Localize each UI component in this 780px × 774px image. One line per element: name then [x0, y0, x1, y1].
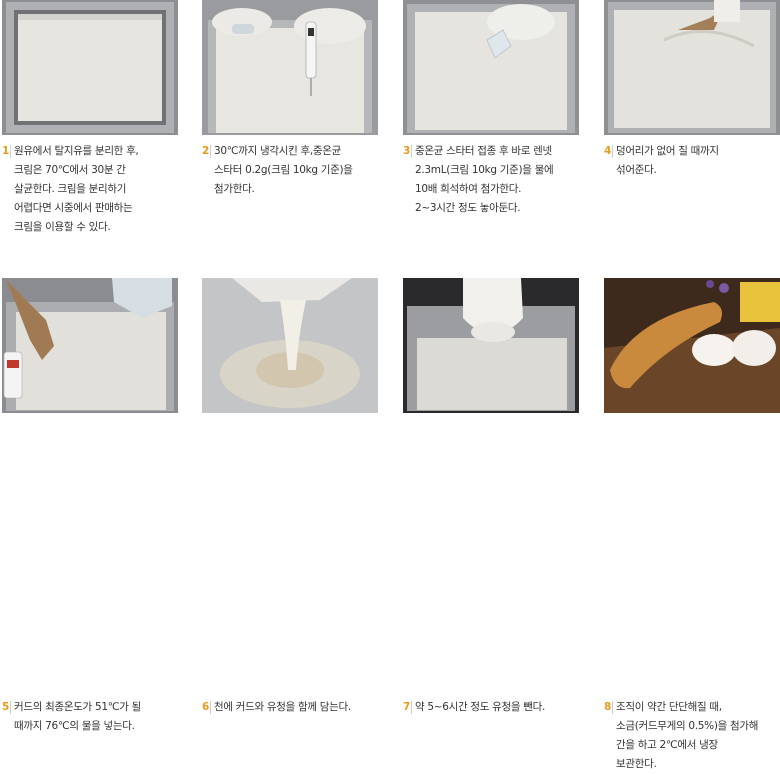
caption-line: 첨가한다. [214, 183, 255, 195]
caption-line: 약 5~6시간 정도 유청을 뺀다. [415, 701, 546, 713]
step-divider [10, 145, 11, 158]
caption-line: 원유에서 탈지유를 분리한 후, [14, 145, 139, 157]
caption-line: 살균한다. 크림을 분리하기 [14, 183, 127, 195]
caption-line: 어렵다면 시중에서 판매하는 [14, 202, 133, 214]
caption-line: 천에 커드와 유청을 함께 담는다. [214, 701, 351, 713]
caption-line: 스타터 0.2g(크림 10kg 기준)을 [214, 164, 353, 176]
step-4-photo [604, 0, 780, 135]
caption-line: 섞어준다. [616, 164, 657, 176]
caption-line: 10배 희석하여 첨가한다. [415, 183, 522, 195]
step-divider [612, 145, 613, 158]
recipe-steps-grid: 1 원유에서 탈지유를 분리한 후, 크림은 70℃에서 30분 간 살균한다.… [0, 0, 780, 770]
step-1-photo [2, 0, 178, 135]
caption-line: 보관한다. [616, 758, 657, 770]
step-6-photo [202, 278, 378, 413]
caption-line: 소금(커드무게의 0.5%)을 첨가해 [616, 720, 759, 732]
step-divider [411, 145, 412, 158]
caption-line: 때까지 76℃의 물을 넣는다. [14, 720, 135, 732]
caption-line: 30℃까지 냉각시킨 후,중온균 [214, 145, 341, 157]
caption-line: 커드의 최종온도가 51℃가 될 [14, 701, 141, 713]
caption-line: 조직이 약간 단단해질 때, [616, 701, 722, 713]
step-divider [210, 145, 211, 158]
step-divider [10, 701, 11, 714]
step-5-photo [2, 278, 178, 413]
caption-line: 간을 하고 2℃에서 냉장 [616, 739, 718, 751]
step-divider [612, 701, 613, 714]
caption-line: 2.3mL(크림 10kg 기준)을 물에 [415, 164, 554, 176]
caption-line: 덩어리가 없어 질 때까지 [616, 145, 719, 157]
caption-line: 중온균 스타터 접종 후 바로 렌넷 [415, 145, 552, 157]
step-7-photo [403, 278, 579, 413]
caption-line: 2~3시간 정도 놓아둔다. [415, 202, 521, 214]
step-8-photo [604, 278, 780, 413]
step-2-photo [202, 0, 378, 135]
step-divider [411, 701, 412, 714]
step-divider [210, 701, 211, 714]
step-3-photo [403, 0, 579, 135]
caption-line: 크림을 이용할 수 있다. [14, 221, 111, 233]
caption-line: 크림은 70℃에서 30분 간 [14, 164, 126, 176]
